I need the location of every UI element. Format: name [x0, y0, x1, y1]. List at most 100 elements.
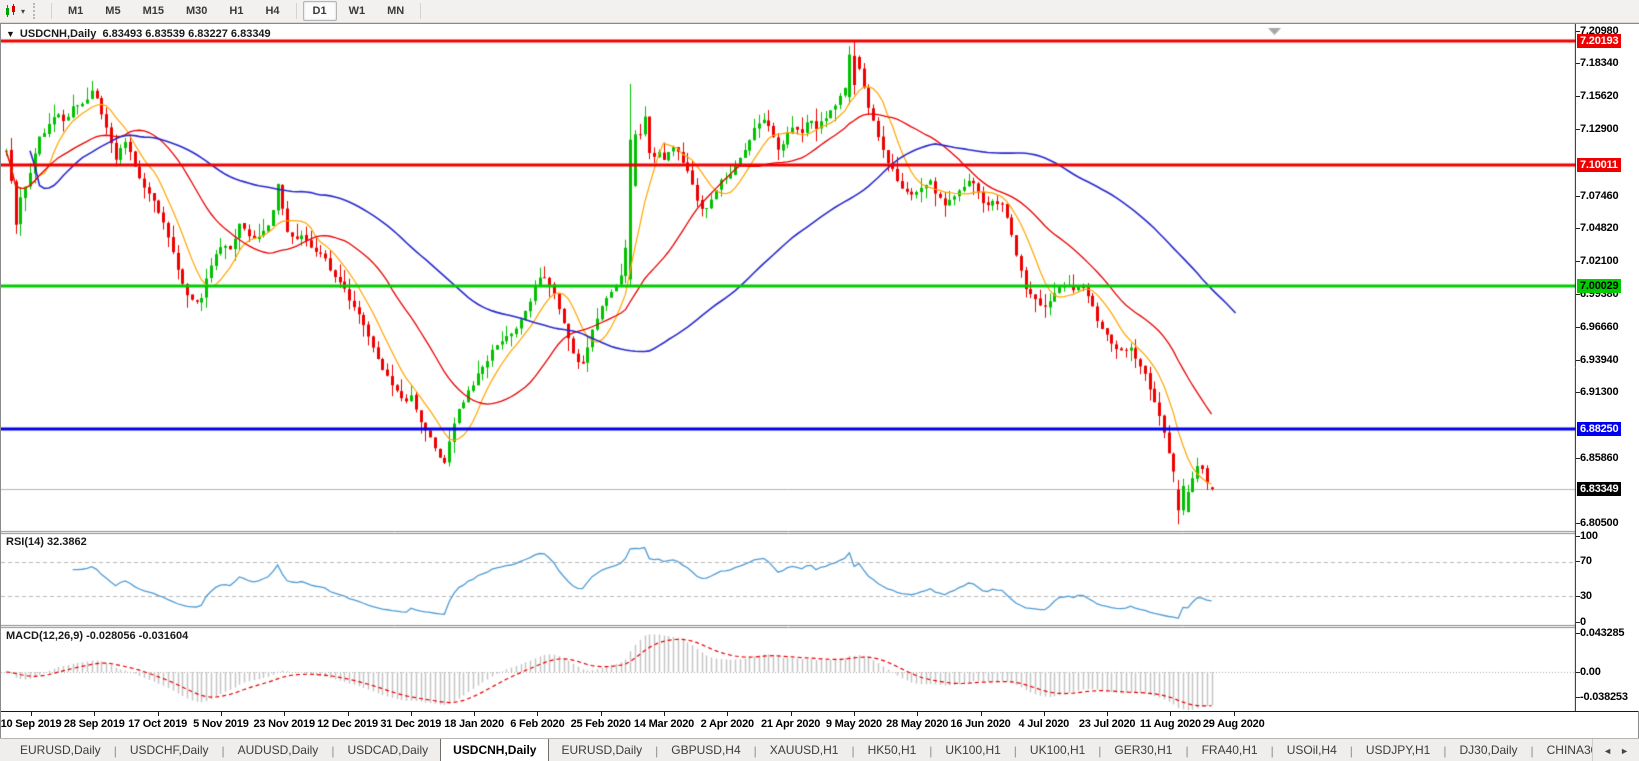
date-label: 28 May 2020: [886, 718, 948, 730]
chart-ohlc-values: 6.83493 6.83539 6.83227 6.83349: [102, 28, 270, 40]
date-label: 31 Dec 2019: [380, 718, 441, 730]
date-tick: [348, 712, 349, 716]
timeframe-toolbar: ▾ M1M5M15M30H1H4 D1W1MN: [0, 0, 1639, 23]
date-label: 17 Oct 2019: [128, 718, 187, 730]
date-tick: [917, 712, 918, 716]
date-label: 29 Aug 2020: [1203, 718, 1265, 730]
date-tick: [284, 712, 285, 716]
price-tick-label: 7.15620: [1580, 90, 1618, 103]
date-label: 18 Jan 2020: [444, 718, 504, 730]
tab-usoil-h4[interactable]: USOil,H4: [1275, 739, 1349, 761]
date-tick: [664, 712, 665, 716]
price-tick-label: 7.07460: [1580, 190, 1618, 203]
price-level-label: 6.83349: [1577, 482, 1621, 496]
price-tick-label: 6.80500: [1580, 517, 1618, 530]
tab-usdchf-daily[interactable]: USDCHF,Daily: [118, 739, 221, 761]
date-label: 14 Mar 2020: [634, 718, 694, 730]
tab-usdcad-daily[interactable]: USDCAD,Daily: [335, 739, 440, 761]
date-label: 12 Dec 2019: [317, 718, 378, 730]
price-tick-label: 7.02100: [1580, 255, 1618, 268]
tab-usdjpy-h1[interactable]: USDJPY,H1: [1354, 739, 1442, 761]
tab-scroll-right-button[interactable]: ►: [1620, 746, 1629, 756]
date-label: 16 Jun 2020: [950, 718, 1010, 730]
timeframe-m15-button[interactable]: M15: [133, 1, 174, 21]
date-tick: [1170, 712, 1171, 716]
tab-hk50-h1[interactable]: HK50,H1: [856, 739, 929, 761]
macd-indicator-label: MACD(12,26,9) -0.028056 -0.031604: [6, 630, 188, 642]
date-label: 9 May 2020: [826, 718, 882, 730]
timeframe-h1-button[interactable]: H1: [219, 1, 253, 21]
tab-uk100-h1[interactable]: UK100,H1: [1018, 739, 1097, 761]
date-label: 2 Apr 2020: [701, 718, 754, 730]
price-tick-label: 7.04820: [1580, 222, 1618, 235]
tab-eurusd-daily[interactable]: EURUSD,Daily: [549, 739, 654, 761]
rsi-indicator-label: RSI(14) 32.3862: [6, 536, 87, 548]
rsi-tick-label: 100: [1580, 530, 1598, 543]
macd-tick-label: 0.00: [1580, 666, 1601, 679]
tab-ger30-h1[interactable]: GER30,H1: [1102, 739, 1184, 761]
tab-xauusd-h1[interactable]: XAUUSD,H1: [758, 739, 851, 761]
date-label: 25 Feb 2020: [571, 718, 631, 730]
date-tick: [854, 712, 855, 716]
price-level-label: 7.10011: [1577, 158, 1621, 172]
tab-gbpusd-h4[interactable]: GBPUSD,H4: [659, 739, 752, 761]
price-level-label: 6.88250: [1577, 422, 1621, 436]
chart-tab-bar: EURUSD,Daily|USDCHF,Daily|AUDUSD,Daily|U…: [0, 738, 1639, 761]
date-label: 11 Aug 2020: [1140, 718, 1201, 730]
timeframe-group: M1M5M15M30H1H4 D1W1MN: [57, 1, 426, 21]
toolbar-separator: [51, 3, 52, 19]
tab-audusd-daily[interactable]: AUDUSD,Daily: [226, 739, 331, 761]
tab-china300-h1[interactable]: CHINA300,H1: [1535, 739, 1593, 761]
timeframe-mn-button[interactable]: MN: [377, 1, 414, 21]
date-tick: [1044, 712, 1045, 716]
price-tick-label: 6.96660: [1580, 321, 1618, 334]
date-label: 5 Nov 2019: [193, 718, 248, 730]
timeframe-h4-button[interactable]: H4: [255, 1, 289, 21]
price-level-label: 7.20193: [1577, 34, 1621, 48]
date-axis[interactable]: 10 Sep 201928 Sep 201917 Oct 2019 5 Nov 2…: [1, 711, 1638, 738]
price-axis[interactable]: 7.209807.183407.156207.129007.074607.048…: [1577, 24, 1639, 711]
macd-tick-label: 0.043285: [1580, 627, 1624, 640]
rsi-tick-label: 30: [1580, 590, 1592, 603]
chart-canvas[interactable]: [1, 24, 1576, 711]
date-label: 6 Feb 2020: [510, 718, 564, 730]
date-tick: [981, 712, 982, 716]
date-tick: [94, 712, 95, 716]
macd-tick-label: -0.038253: [1580, 691, 1628, 704]
date-label: 28 Sep 2019: [64, 718, 125, 730]
tab-scroll-left-button[interactable]: ◄: [1603, 746, 1612, 756]
toolbar-separator: [420, 3, 421, 19]
rsi-tick-label: 70: [1580, 555, 1592, 568]
date-tick: [411, 712, 412, 716]
tab-dj30-daily[interactable]: DJ30,Daily: [1447, 739, 1529, 761]
collapse-triangle-icon[interactable]: ▼: [6, 29, 15, 39]
date-label: 21 Apr 2020: [761, 718, 820, 730]
toolbar-grip-handle[interactable]: [33, 3, 40, 19]
tab-usdcnh-daily[interactable]: USDCNH,Daily: [440, 739, 549, 761]
tab-uk100-h1[interactable]: UK100,H1: [933, 739, 1012, 761]
date-tick: [474, 712, 475, 716]
date-tick: [727, 712, 728, 716]
chart-tabs: EURUSD,Daily|USDCHF,Daily|AUDUSD,Daily|U…: [0, 739, 1592, 761]
tab-fra40-h1[interactable]: FRA40,H1: [1190, 739, 1270, 761]
timeframe-m5-button[interactable]: M5: [95, 1, 130, 21]
timeframe-m1-button[interactable]: M1: [58, 1, 93, 21]
chart-title: ▼USDCNH,Daily 6.83493 6.83539 6.83227 6.…: [6, 28, 271, 40]
timeframe-w1-button[interactable]: W1: [339, 1, 376, 21]
price-level-label: 7.00029: [1577, 279, 1621, 293]
price-tick-label: 6.85860: [1580, 452, 1618, 465]
tab-scroll-arrows: ◄ ►: [1592, 739, 1639, 761]
date-tick: [158, 712, 159, 716]
timeframe-d1-button[interactable]: D1: [303, 1, 337, 21]
tab-eurusd-daily[interactable]: EURUSD,Daily: [8, 739, 113, 761]
date-label: 23 Jul 2020: [1079, 718, 1136, 730]
date-tick: [31, 712, 32, 716]
price-tick-label: 7.18340: [1580, 57, 1618, 70]
price-tick-label: 6.93940: [1580, 354, 1618, 367]
date-label: 10 Sep 2019: [1, 718, 62, 730]
chart-tool-cluster[interactable]: ▾: [0, 0, 29, 22]
chart-window: ▼USDCNH,Daily 6.83493 6.83539 6.83227 6.…: [0, 23, 1639, 738]
timeframe-m30-button[interactable]: M30: [176, 1, 217, 21]
toolbar-separator: [296, 3, 297, 19]
date-label: 4 Jul 2020: [1018, 718, 1069, 730]
